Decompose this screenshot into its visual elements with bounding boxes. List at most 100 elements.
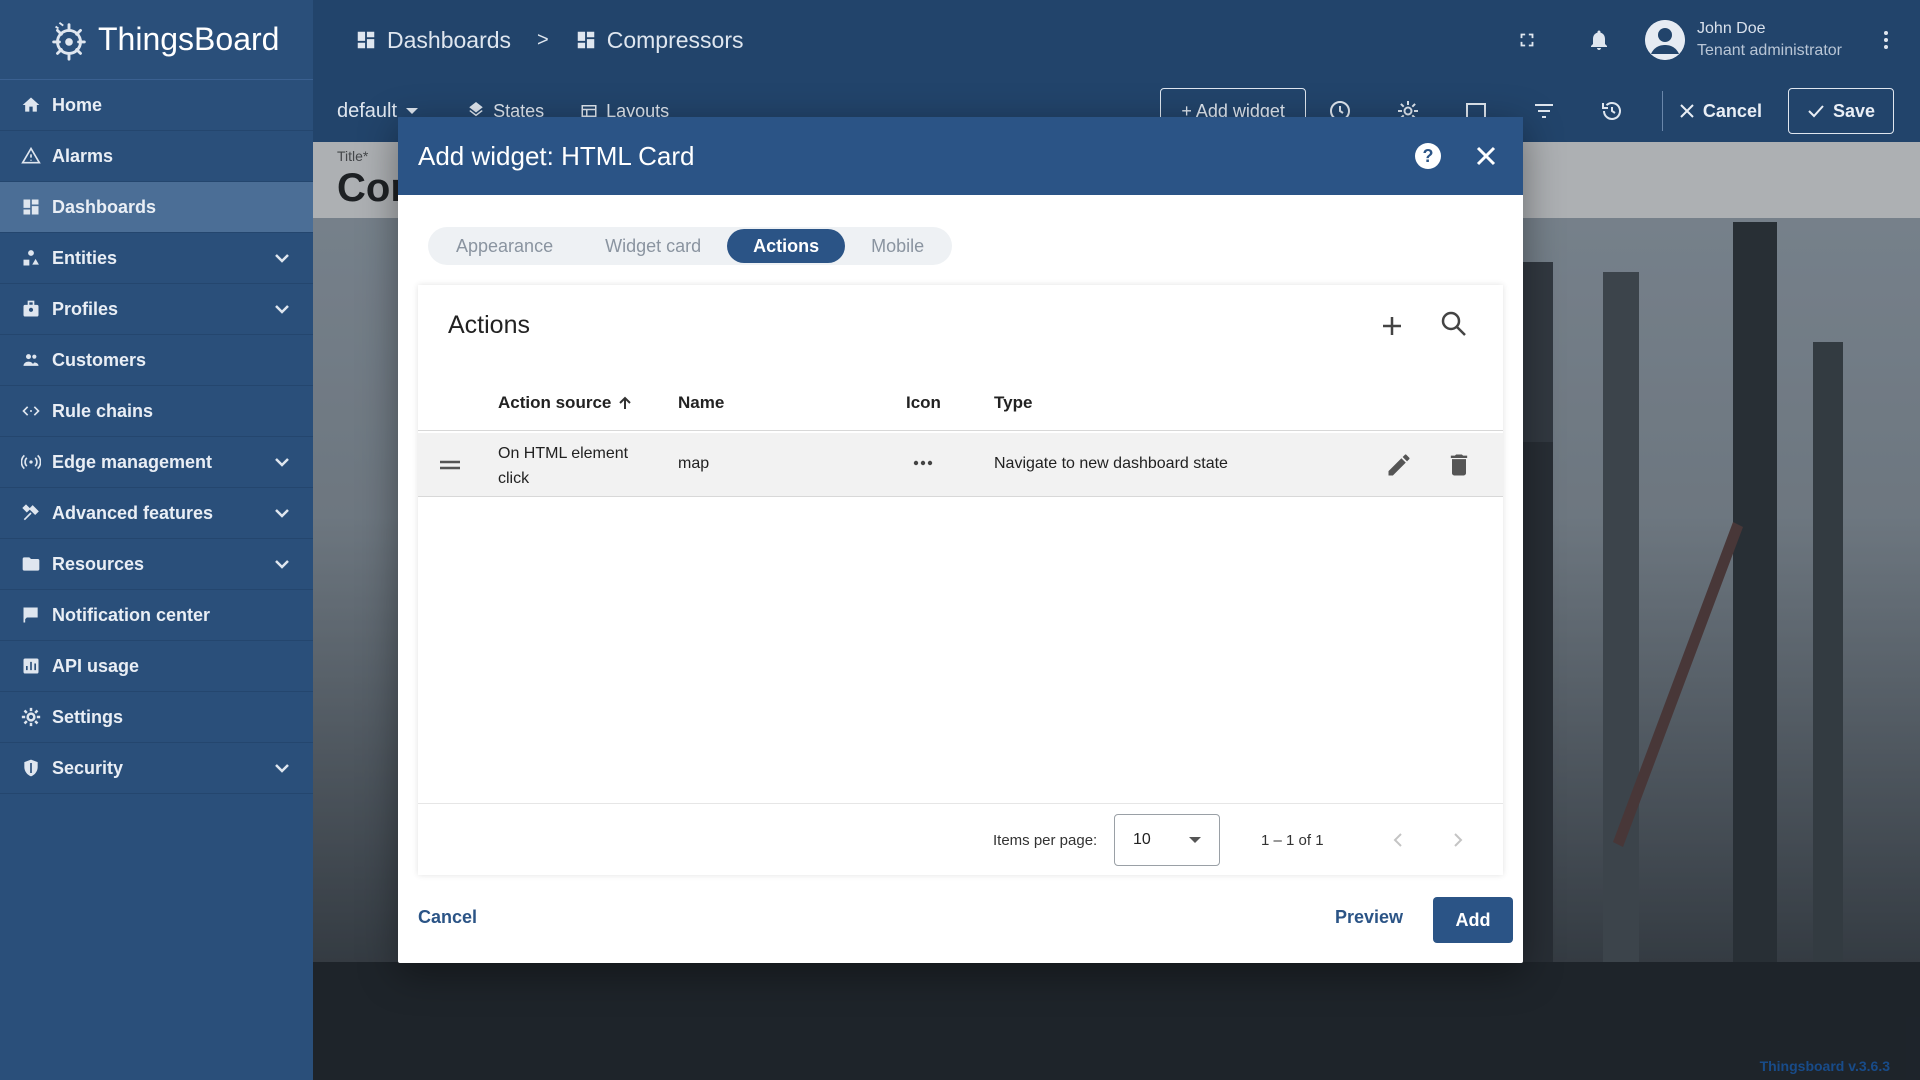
sidebar-item-settings[interactable]: Settings bbox=[0, 692, 313, 743]
user-name: John Doe bbox=[1697, 20, 1766, 37]
breadcrumb-label: Compressors bbox=[606, 26, 744, 53]
cancel-edit-button[interactable]: Cancel bbox=[1679, 101, 1762, 122]
rule-chains-icon bbox=[20, 400, 42, 422]
sidebar-item-label: Home bbox=[52, 94, 103, 115]
user-menu[interactable]: John Doe Tenant administrator bbox=[1645, 20, 1842, 60]
page-range: 1 – 1 of 1 bbox=[1261, 832, 1324, 849]
edit-icon[interactable] bbox=[1385, 451, 1413, 479]
sidebar-item-security[interactable]: Security bbox=[0, 743, 313, 794]
sidebar-item-label: Advanced features bbox=[52, 502, 214, 523]
state-value: default bbox=[337, 99, 398, 122]
sidebar-item-label: Settings bbox=[52, 706, 124, 727]
sidebar-item-label: Profiles bbox=[52, 298, 119, 319]
breadcrumb-separator: > bbox=[537, 28, 549, 51]
sidebar-item-notification-center[interactable]: Notification center bbox=[0, 590, 313, 641]
history-icon[interactable] bbox=[1598, 97, 1626, 125]
column-label: Name bbox=[678, 393, 725, 412]
sidebar-item-label: Alarms bbox=[52, 145, 114, 166]
sidebar-item-profiles[interactable]: Profiles bbox=[0, 284, 313, 335]
sidebar-item-dashboards[interactable]: Dashboards bbox=[0, 182, 313, 233]
column-icon[interactable]: Icon bbox=[906, 393, 941, 413]
chevron-down-icon[interactable] bbox=[273, 453, 291, 471]
drag-handle-icon[interactable] bbox=[438, 457, 462, 473]
chevron-down-icon[interactable] bbox=[273, 300, 291, 318]
sidebar-item-rule-chains[interactable]: Rule chains bbox=[0, 386, 313, 437]
column-label: Action source bbox=[498, 393, 612, 412]
sidebar-item-customers[interactable]: Customers bbox=[0, 335, 313, 386]
dashboards-icon bbox=[357, 31, 375, 49]
save-label: Save bbox=[1832, 100, 1875, 121]
chevron-down-icon[interactable] bbox=[273, 249, 291, 267]
sidebar-item-label: Rule chains bbox=[52, 400, 154, 421]
cell-type: Navigate to new dashboard state bbox=[994, 455, 1228, 472]
edge-icon bbox=[20, 451, 42, 473]
filter-icon[interactable] bbox=[1530, 97, 1558, 125]
tab-mobile[interactable]: Mobile bbox=[845, 229, 950, 263]
dashboards-icon bbox=[577, 31, 594, 49]
notification-icon bbox=[20, 604, 42, 626]
save-button[interactable]: Save bbox=[1787, 88, 1894, 134]
add-icon[interactable] bbox=[1377, 311, 1407, 341]
chevron-down-icon[interactable] bbox=[273, 759, 291, 777]
toolbar-divider bbox=[1661, 91, 1663, 131]
sidebar-item-label: Resources bbox=[52, 553, 145, 574]
sidebar-item-edge-management[interactable]: Edge management bbox=[0, 437, 313, 488]
thingsboard-logo-icon bbox=[52, 21, 86, 61]
tab-actions[interactable]: Actions bbox=[727, 229, 846, 263]
home-icon bbox=[20, 94, 42, 116]
sidebar-item-entities[interactable]: Entities bbox=[0, 233, 313, 284]
tab-widget-card[interactable]: Widget card bbox=[579, 229, 727, 263]
entities-icon bbox=[20, 247, 42, 269]
items-per-page-value: 10 bbox=[1133, 831, 1151, 848]
sidebar-item-home[interactable]: Home bbox=[0, 80, 313, 131]
delete-icon[interactable] bbox=[1445, 451, 1473, 479]
breadcrumb-dashboards[interactable]: Dashboards bbox=[355, 27, 511, 54]
paginator: Items per page: 10 1 – 1 of 1 bbox=[418, 803, 1503, 875]
breadcrumb-compressors[interactable]: Compressors bbox=[575, 26, 744, 54]
add-button[interactable]: Add bbox=[1433, 897, 1513, 943]
table-header: Action source Name Icon Type bbox=[418, 375, 1503, 431]
alarm-warning-icon bbox=[20, 145, 42, 167]
dashboards-icon bbox=[20, 196, 42, 218]
sidebar-item-api-usage[interactable]: API usage bbox=[0, 641, 313, 692]
chevron-down-icon[interactable] bbox=[273, 504, 291, 522]
table-row[interactable]: On HTML element click map Navigate to ne… bbox=[418, 433, 1503, 497]
sidebar-item-alarms[interactable]: Alarms bbox=[0, 131, 313, 182]
chevron-left-icon[interactable] bbox=[1386, 828, 1410, 852]
sidebar-item-advanced-features[interactable]: Advanced features bbox=[0, 488, 313, 539]
chevron-down-icon[interactable] bbox=[273, 555, 291, 573]
chevron-right-icon[interactable] bbox=[1446, 828, 1470, 852]
sidebar-item-resources[interactable]: Resources bbox=[0, 539, 313, 590]
arrow-up-icon bbox=[619, 396, 632, 409]
gear-icon bbox=[20, 706, 42, 728]
column-type[interactable]: Type bbox=[994, 393, 1032, 413]
sidebar-item-label: Edge management bbox=[52, 451, 213, 472]
close-icon[interactable] bbox=[1471, 141, 1501, 171]
more-vert-icon[interactable] bbox=[1872, 26, 1900, 54]
column-action-source[interactable]: Action source bbox=[498, 393, 633, 413]
sidebar-item-label: Entities bbox=[52, 247, 118, 268]
add-widget-dialog: Add widget: HTML Card ? Appearance Widget… bbox=[398, 117, 1523, 963]
tab-appearance[interactable]: Appearance bbox=[430, 229, 579, 263]
brand[interactable]: ThingsBoard bbox=[0, 0, 313, 80]
brand-name: ThingsBoard bbox=[98, 21, 280, 57]
search-icon[interactable] bbox=[1439, 309, 1469, 339]
cancel-button[interactable]: Cancel bbox=[418, 907, 477, 928]
preview-button[interactable]: Preview bbox=[1335, 907, 1403, 928]
user-role: Tenant administrator bbox=[1697, 42, 1842, 59]
column-name[interactable]: Name bbox=[678, 393, 724, 413]
topbar-actions: John Doe Tenant administrator bbox=[1491, 0, 1920, 80]
column-label: Icon bbox=[906, 393, 941, 412]
more-horiz-icon bbox=[913, 460, 933, 466]
items-per-page-select[interactable]: 10 bbox=[1114, 814, 1220, 866]
sidebar-item-label: Customers bbox=[52, 349, 147, 370]
breadcrumb-label: Dashboards bbox=[387, 26, 512, 53]
fullscreen-icon[interactable] bbox=[1513, 26, 1541, 54]
sidebar-item-label: Dashboards bbox=[52, 196, 157, 217]
items-per-page-label: Items per page: bbox=[993, 832, 1098, 849]
sidebar-item-label: Security bbox=[52, 757, 124, 778]
help-icon[interactable]: ? bbox=[1413, 141, 1443, 171]
column-label: Type bbox=[994, 393, 1033, 412]
sidebar: ThingsBoard Home Alarms Dashboards Entities… bbox=[0, 0, 313, 1080]
bell-icon[interactable] bbox=[1585, 26, 1613, 54]
